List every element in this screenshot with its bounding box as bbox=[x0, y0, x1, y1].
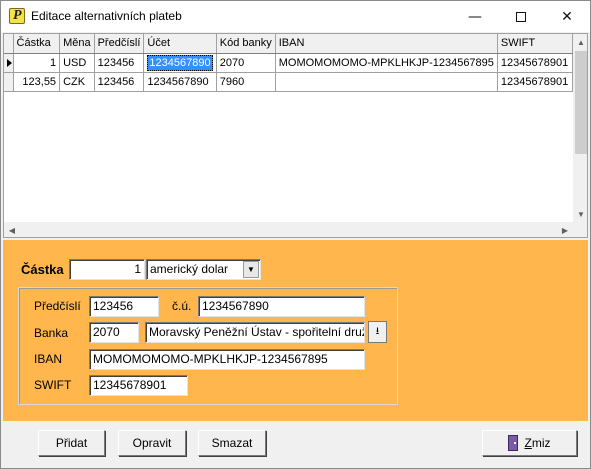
cancel-button[interactable]: Zmiz bbox=[482, 430, 577, 456]
cell-mena[interactable]: CZK bbox=[59, 72, 95, 92]
column-header-predcisli[interactable]: Předčíslí bbox=[94, 34, 145, 54]
cancel-label: miz bbox=[531, 436, 551, 450]
cell-ucet[interactable]: 1234567890 bbox=[143, 72, 217, 92]
delete-button[interactable]: Smazat bbox=[198, 430, 266, 456]
current-row-indicator bbox=[4, 53, 14, 73]
cell-ucet-selected[interactable]: 1234567890 bbox=[143, 53, 217, 73]
swift-input[interactable]: 12345678901 bbox=[89, 375, 188, 396]
scroll-up-icon[interactable]: ▲ bbox=[573, 34, 587, 50]
cell-castka[interactable]: 123,55 bbox=[13, 72, 61, 92]
scrollbar-corner bbox=[573, 222, 587, 237]
maximize-icon bbox=[516, 11, 526, 22]
payments-table: Částka Měna Předčíslí Účet Kód banky IBA… bbox=[4, 34, 574, 92]
row-indicator bbox=[4, 72, 14, 92]
column-header-castka[interactable]: Částka bbox=[13, 34, 61, 54]
bank-lookup-button[interactable]: ⭳ bbox=[368, 321, 387, 343]
castka-input[interactable]: 1 bbox=[69, 259, 145, 280]
currency-select-value: americký dolar bbox=[150, 262, 229, 276]
vertical-scrollbar[interactable]: ▲ ▼ bbox=[573, 34, 587, 222]
iban-label: IBAN bbox=[34, 352, 63, 366]
scroll-right-icon[interactable]: ▶ bbox=[557, 222, 573, 237]
banka-label: Banka bbox=[34, 326, 69, 340]
payments-grid[interactable]: Částka Měna Předčíslí Účet Kód banky IBA… bbox=[3, 33, 588, 238]
cell-swift[interactable]: 12345678901 bbox=[497, 72, 574, 92]
predcisli-label: Předčíslí bbox=[34, 299, 81, 313]
minimize-button[interactable]: — bbox=[452, 1, 498, 32]
cell-predcisli[interactable]: 123456 bbox=[94, 53, 145, 73]
column-header-iban[interactable]: IBAN bbox=[275, 34, 498, 54]
table-header-row: Částka Měna Předčíslí Účet Kód banky IBA… bbox=[4, 34, 574, 54]
cell-swift[interactable]: 12345678901 bbox=[497, 53, 574, 73]
maximize-button[interactable] bbox=[498, 1, 544, 32]
app-logo-icon: P bbox=[9, 8, 25, 24]
cislo-uctu-input[interactable]: 1234567890 bbox=[198, 296, 365, 317]
cell-kod-banky[interactable]: 2070 bbox=[216, 53, 276, 73]
cancel-accelerator: Z bbox=[524, 436, 532, 450]
cell-iban[interactable] bbox=[275, 72, 498, 92]
bank-name-input[interactable]: Moravský Peněžní Ústav - spořitelní druž bbox=[145, 322, 365, 343]
predcisli-input[interactable]: 123456 bbox=[89, 296, 159, 317]
window-title: Editace alternativních plateb bbox=[31, 9, 182, 23]
scroll-left-icon[interactable]: ◀ bbox=[4, 222, 20, 237]
cislo-uctu-label: č.ú. bbox=[172, 299, 192, 313]
row-indicator-header bbox=[4, 34, 14, 54]
cell-iban[interactable]: MOMOMOMOMO-MPKLHKJP-1234567895 bbox=[275, 53, 498, 73]
swift-label: SWIFT bbox=[34, 378, 72, 392]
cell-kod-banky[interactable]: 7960 bbox=[216, 72, 276, 92]
scroll-thumb[interactable] bbox=[575, 51, 587, 154]
add-button[interactable]: Přidat bbox=[38, 430, 105, 456]
column-header-mena[interactable]: Měna bbox=[59, 34, 95, 54]
chevron-down-icon[interactable]: ▼ bbox=[243, 261, 259, 278]
column-header-swift[interactable]: SWIFT bbox=[497, 34, 574, 54]
table-row[interactable]: 123,55 CZK 123456 1234567890 7960 123456… bbox=[4, 72, 574, 92]
castka-label: Částka bbox=[21, 262, 64, 277]
current-row-arrow-icon bbox=[7, 58, 12, 67]
bank-code-input[interactable]: 2070 bbox=[89, 322, 139, 343]
close-button[interactable]: ✕ bbox=[544, 1, 590, 32]
edit-button[interactable]: Opravit bbox=[118, 430, 186, 456]
download-arrow-icon: ⭳ bbox=[375, 325, 380, 337]
column-header-ucet[interactable]: Účet bbox=[143, 34, 217, 54]
column-header-kod-banky[interactable]: Kód banky bbox=[216, 34, 276, 54]
title-bar: P Editace alternativních plateb — ✕ bbox=[1, 1, 590, 32]
horizontal-scrollbar[interactable]: ◀ ▶ bbox=[4, 222, 573, 237]
selected-cell-text: 1234567890 bbox=[147, 54, 213, 71]
scroll-down-icon[interactable]: ▼ bbox=[573, 206, 587, 222]
iban-input[interactable]: MOMOMOMOMO-MPKLHKJP-1234567895 bbox=[89, 349, 365, 370]
cell-predcisli[interactable]: 123456 bbox=[94, 72, 145, 92]
cell-mena[interactable]: USD bbox=[59, 53, 95, 73]
door-exit-icon bbox=[508, 435, 519, 451]
cell-castka[interactable]: 1 bbox=[13, 53, 61, 73]
dialog-window: P Editace alternativních plateb — ✕ Část… bbox=[0, 0, 591, 469]
table-row[interactable]: 1 USD 123456 1234567890 2070 MOMOMOMOMO-… bbox=[4, 53, 574, 73]
